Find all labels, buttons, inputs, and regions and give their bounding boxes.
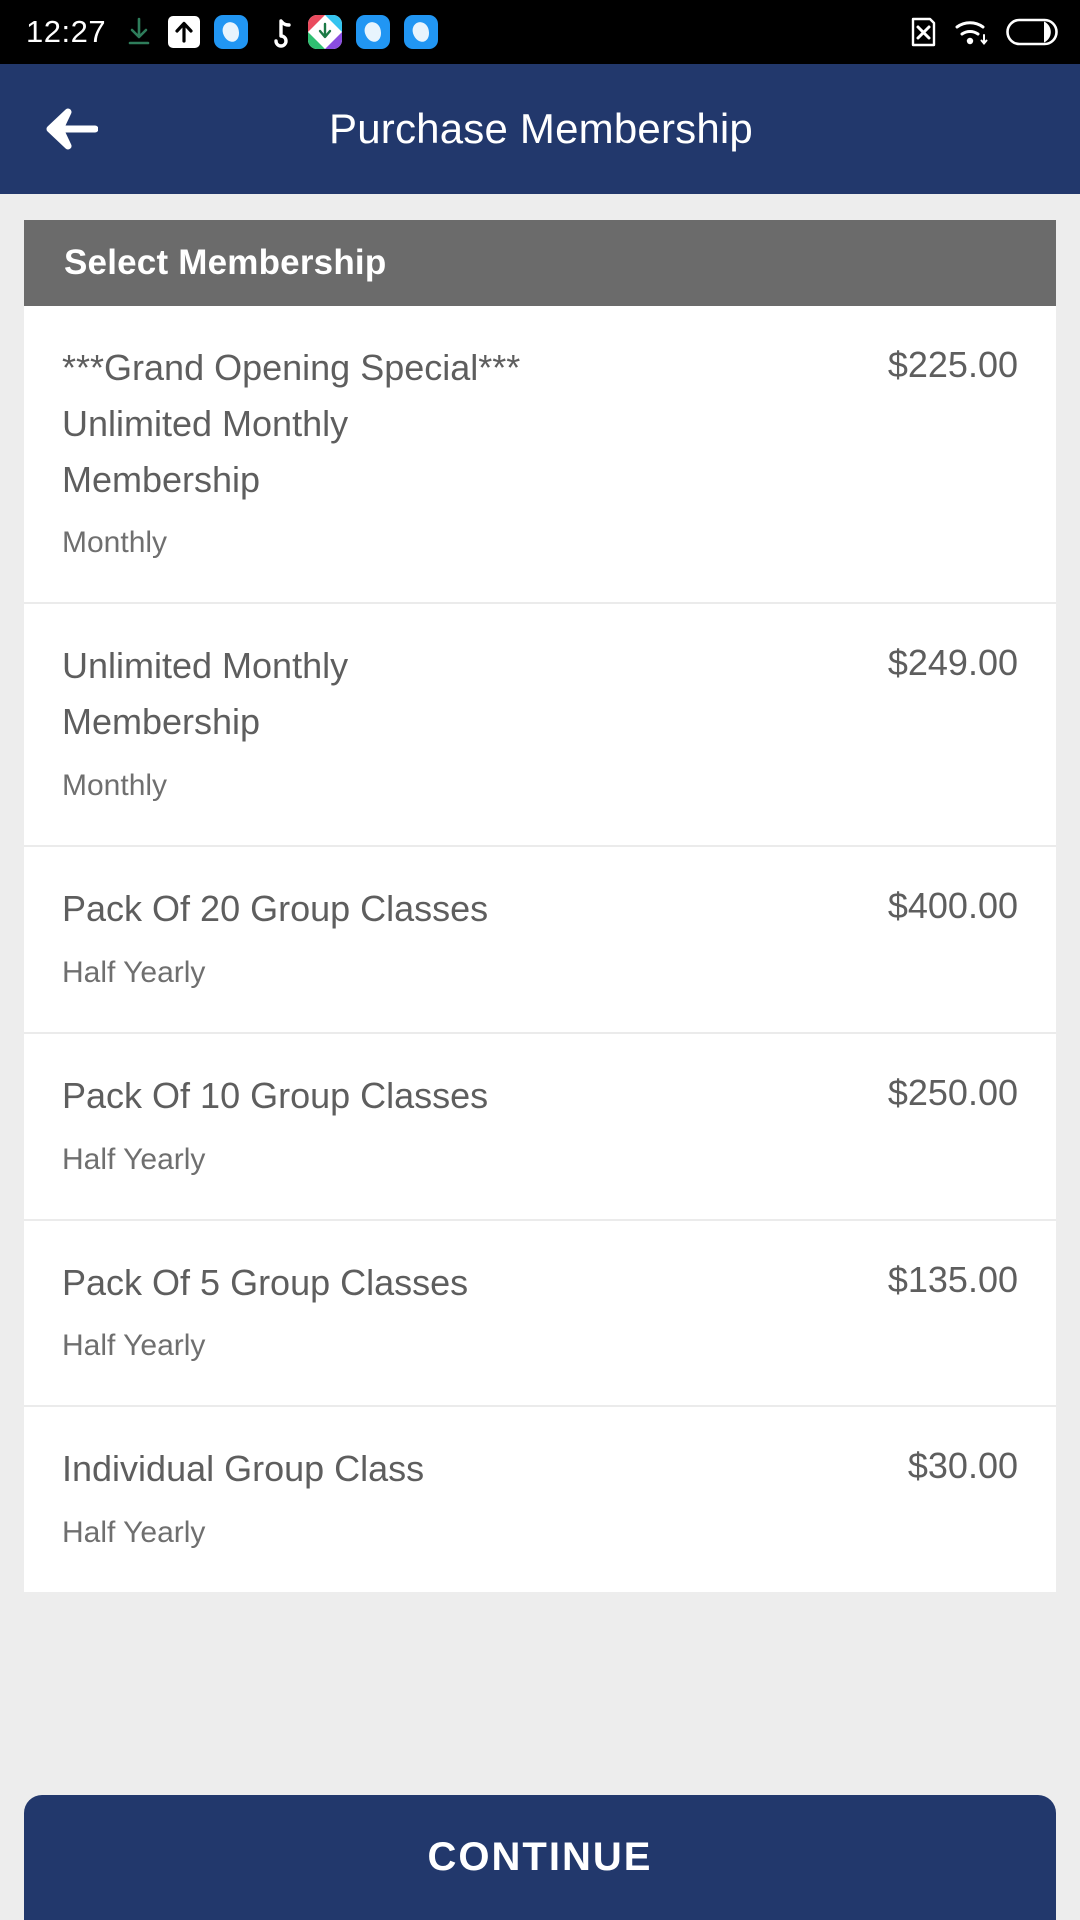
membership-row[interactable]: ***Grand Opening Special*** Unlimited Mo… — [24, 306, 1056, 605]
membership-period: Half Yearly — [62, 1516, 206, 1550]
footer-action-bar: CONTINUE — [24, 1795, 1056, 1920]
membership-period: Monthly — [62, 526, 168, 560]
tiktok-music-icon — [262, 15, 294, 49]
back-arrow-icon[interactable] — [44, 107, 99, 151]
status-bar-left: 12:27 — [26, 14, 439, 50]
membership-row[interactable]: Unlimited Monthly Membership Monthly $24… — [24, 604, 1056, 847]
membership-list: ***Grand Opening Special*** Unlimited Mo… — [24, 306, 1056, 1593]
membership-row[interactable]: Individual Group Class Half Yearly $30.0… — [24, 1407, 1056, 1593]
membership-price: $225.00 — [887, 344, 1018, 385]
membership-title: Pack Of 20 Group Classes — [62, 887, 489, 929]
section-header: Select Membership — [24, 220, 1056, 306]
membership-period: Half Yearly — [62, 1142, 206, 1176]
membership-title: Pack Of 5 Group Classes — [62, 1261, 469, 1303]
photos-app-icon — [308, 15, 343, 49]
page-title: Purchase Membership — [329, 105, 753, 152]
membership-row-main: Pack Of 10 Group Classes Half Yearly — [62, 1068, 888, 1179]
membership-period: Half Yearly — [62, 955, 206, 989]
membership-price: $250.00 — [887, 1071, 1018, 1113]
membership-row[interactable]: Pack Of 20 Group Classes Half Yearly $40… — [24, 846, 1056, 1034]
membership-price: $135.00 — [887, 1258, 1018, 1300]
membership-price: $249.00 — [887, 642, 1018, 684]
membership-row-main: Individual Group Class Half Yearly — [62, 1441, 908, 1552]
membership-price: $400.00 — [887, 884, 1018, 926]
membership-price: $30.00 — [907, 1445, 1018, 1487]
continue-button[interactable]: CONTINUE — [24, 1795, 1056, 1920]
membership-row-main: Unlimited Monthly Membership Monthly — [62, 638, 888, 805]
membership-row-main: Pack Of 5 Group Classes Half Yearly — [62, 1255, 888, 1366]
battery-icon — [1006, 17, 1058, 47]
app-bar: Purchase Membership — [0, 64, 1080, 194]
download-icon — [124, 16, 154, 48]
status-clock: 12:27 — [26, 14, 107, 49]
membership-period: Half Yearly — [62, 1329, 206, 1363]
status-bar-right — [906, 15, 1058, 49]
messenger-app-icon — [214, 15, 249, 49]
membership-title: Individual Group Class — [62, 1448, 425, 1490]
membership-row[interactable]: Pack Of 5 Group Classes Half Yearly $135… — [24, 1220, 1056, 1408]
membership-title: ***Grand Opening Special*** Unlimited Mo… — [62, 347, 521, 500]
membership-row-main: Pack Of 20 Group Classes Half Yearly — [62, 881, 888, 992]
membership-title: Unlimited Monthly Membership — [62, 645, 349, 743]
main-content: Select Membership ***Grand Opening Speci… — [0, 194, 1080, 1920]
membership-row-main: ***Grand Opening Special*** Unlimited Mo… — [62, 340, 888, 562]
messenger-app-icon-3 — [404, 15, 439, 49]
membership-row[interactable]: Pack Of 10 Group Classes Half Yearly $25… — [24, 1033, 1056, 1221]
membership-card: Select Membership ***Grand Opening Speci… — [24, 220, 1056, 1593]
upload-box-icon — [168, 16, 201, 48]
messenger-app-icon-2 — [356, 15, 391, 49]
section-header-label: Select Membership — [64, 243, 387, 282]
membership-period: Monthly — [62, 768, 168, 802]
sim-card-missing-icon — [906, 15, 938, 49]
membership-title: Pack Of 10 Group Classes — [62, 1074, 489, 1116]
wifi-data-icon — [954, 15, 990, 49]
status-bar: 12:27 — [0, 0, 1080, 64]
